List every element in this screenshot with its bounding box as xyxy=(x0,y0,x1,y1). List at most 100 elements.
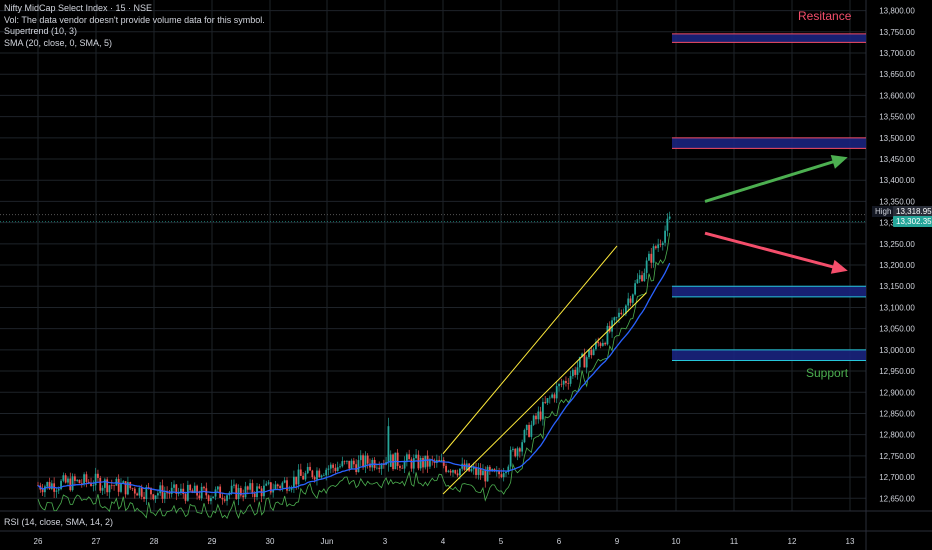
candle-body xyxy=(311,470,314,478)
candle-body xyxy=(521,442,524,452)
candle-body xyxy=(500,474,503,478)
candle-body xyxy=(180,488,182,493)
candle-body xyxy=(405,454,408,461)
y-tick-label: 13,200.00 xyxy=(879,261,915,270)
candle-body xyxy=(322,475,325,476)
candle-body xyxy=(512,448,514,450)
candle-body xyxy=(281,482,284,488)
y-tick-label: 13,550.00 xyxy=(879,113,915,122)
candle-body xyxy=(159,485,162,494)
y-tick-label: 12,850.00 xyxy=(879,409,915,418)
candle-body xyxy=(650,253,653,263)
candle-body xyxy=(629,298,632,303)
candle-body xyxy=(553,394,556,399)
candle-body xyxy=(449,470,452,473)
candle-body xyxy=(551,394,554,398)
candle-body xyxy=(454,470,457,474)
candle-body xyxy=(477,468,480,475)
candle-body xyxy=(638,275,641,280)
candle-body xyxy=(387,426,390,463)
y-tick-label: 12,900.00 xyxy=(879,388,915,397)
x-tick-label: 26 xyxy=(34,537,43,546)
candle-body xyxy=(509,449,512,467)
candle-body xyxy=(401,467,404,469)
y-tick-label: 12,800.00 xyxy=(879,431,915,440)
candle-body xyxy=(184,494,187,501)
candle-body xyxy=(479,468,482,476)
candle-body xyxy=(571,369,574,377)
candle-body xyxy=(396,452,399,466)
symbol-title[interactable]: Nifty MidCap Select Index · 15 · NSE xyxy=(4,3,265,15)
candle-body xyxy=(376,467,378,469)
candle-body xyxy=(419,457,422,469)
x-tick-label: 6 xyxy=(557,537,562,546)
candle-body xyxy=(470,469,473,472)
candle-body xyxy=(532,415,535,425)
candle-body xyxy=(318,470,321,478)
candle-body xyxy=(210,498,212,502)
sma-label[interactable]: SMA (20, close, 0, SMA, 5) xyxy=(4,38,265,50)
candle-body xyxy=(120,483,122,492)
candle-body xyxy=(588,349,590,358)
candle-body xyxy=(613,317,616,321)
candle-body xyxy=(399,465,401,468)
arrow-up-head xyxy=(830,155,848,169)
candle-body xyxy=(482,470,484,476)
candle-body xyxy=(426,455,429,467)
candle-body xyxy=(514,448,517,457)
candle-body xyxy=(447,470,450,472)
y-tick-label: 13,050.00 xyxy=(879,325,915,334)
candle-body xyxy=(569,376,572,384)
support-zone xyxy=(672,286,866,297)
candle-body xyxy=(654,246,657,249)
candle-body xyxy=(329,464,332,469)
candle-body xyxy=(463,463,466,470)
candle-body xyxy=(258,486,261,489)
candle-body xyxy=(288,489,291,491)
y-tick-label: 13,650.00 xyxy=(879,70,915,79)
candle-body xyxy=(546,398,549,403)
candle-body xyxy=(548,397,551,399)
candle-body xyxy=(560,383,563,385)
x-tick-label: 27 xyxy=(92,537,101,546)
candle-body xyxy=(366,455,369,464)
candle-body xyxy=(138,487,141,496)
candle-body xyxy=(528,424,530,437)
candle-body xyxy=(615,317,618,318)
candle-body xyxy=(659,244,662,246)
resistance-label: Resitance xyxy=(798,9,852,23)
candle-body xyxy=(226,495,228,501)
candle-body xyxy=(216,486,219,490)
candle-body xyxy=(163,492,166,499)
y-tick-label: 12,950.00 xyxy=(879,367,915,376)
candle-body xyxy=(618,312,620,318)
y-tick-label: 13,450.00 xyxy=(879,155,915,164)
candle-body xyxy=(286,480,288,491)
candle-body xyxy=(325,469,328,476)
resistance-zone xyxy=(672,33,866,43)
supertrend-label[interactable]: Supertrend (10, 3) xyxy=(4,26,265,38)
candle-body xyxy=(302,475,305,480)
candle-body xyxy=(200,486,203,499)
candle-body xyxy=(465,463,468,470)
y-tick-label: 13,000.00 xyxy=(879,346,915,355)
candle-body xyxy=(634,283,637,295)
rsi-label[interactable]: RSI (14, close, SMA, 14, 2) xyxy=(4,517,113,527)
candle-body xyxy=(196,485,198,496)
candle-body xyxy=(348,460,351,469)
candle-body xyxy=(648,253,650,261)
candle-body xyxy=(57,489,60,491)
candle-body xyxy=(408,454,411,460)
candle-body xyxy=(251,483,254,494)
candlestick-chart[interactable]: 12,650.00 12,700.00 12,750.00 12,800.00 12,8… xyxy=(0,0,932,550)
candle-body xyxy=(306,466,309,474)
candle-body xyxy=(643,272,646,282)
candle-body xyxy=(422,457,424,468)
candle-body xyxy=(297,469,300,485)
high-label: High xyxy=(872,206,895,217)
x-tick-label: 11 xyxy=(730,537,739,546)
candle-body xyxy=(78,479,81,484)
y-tick-label: 13,600.00 xyxy=(879,91,915,100)
candle-body xyxy=(246,486,249,490)
candle-body xyxy=(412,458,415,469)
